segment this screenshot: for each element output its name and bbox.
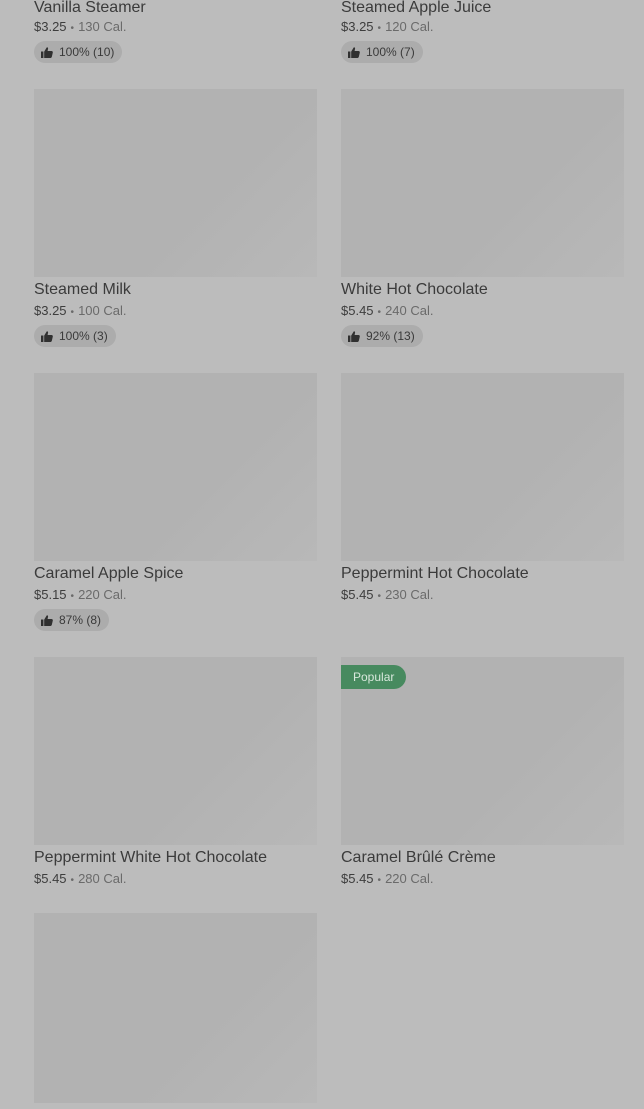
menu-card-peppermint-white-hot-chocolate[interactable]: Peppermint White Hot Chocolate $5.45 • 280…	[34, 657, 317, 913]
rating-badge: 100% (10)	[34, 41, 123, 63]
item-meta: $3.25 • 120 Cal.	[341, 18, 624, 36]
item-name: White Hot Chocolate	[341, 281, 488, 298]
separator: •	[70, 875, 75, 886]
item-image[interactable]: Popular	[341, 657, 624, 845]
item-name: Caramel Apple Spice	[34, 565, 184, 582]
item-price: $3.25	[34, 19, 67, 34]
separator: •	[377, 307, 382, 318]
menu-card-steamed-apple-juice[interactable]: Steamed Apple Juice $3.25 • 120 Cal. 100% …	[341, 0, 624, 89]
rating-text: 100% (10)	[59, 45, 115, 59]
item-name: Caramel Brûlé Crème	[341, 849, 496, 866]
item-name: Vanilla Steamer	[34, 0, 146, 16]
item-image[interactable]	[341, 373, 624, 561]
item-image[interactable]	[34, 373, 317, 561]
rating-badge: 100% (7)	[341, 41, 423, 63]
rating-badge: 87% (8)	[34, 609, 110, 631]
menu-card-white-hot-chocolate[interactable]: White Hot Chocolate $5.45 • 240 Cal. 92% (…	[341, 89, 624, 373]
item-price: $3.25	[341, 19, 374, 34]
item-name: Peppermint White Hot Chocolate	[34, 849, 267, 866]
item-meta: $3.25 • 100 Cal.	[34, 302, 317, 320]
rating-text: 100% (7)	[366, 45, 415, 59]
item-price: $5.45	[341, 871, 374, 886]
item-calories: 220 Cal.	[78, 587, 127, 602]
item-meta: $5.45 • 280 Cal.	[34, 870, 317, 888]
separator: •	[70, 23, 75, 34]
menu-card-partial[interactable]	[34, 913, 317, 1103]
item-calories: 130 Cal.	[78, 19, 127, 34]
item-meta: $5.45 • 240 Cal.	[341, 302, 624, 320]
item-price: $5.45	[34, 871, 67, 886]
item-calories: 120 Cal.	[385, 19, 434, 34]
item-price: $5.15	[34, 587, 67, 602]
menu-card-peppermint-hot-chocolate[interactable]: Peppermint Hot Chocolate $5.45 • 230 Cal.	[341, 373, 624, 657]
item-image[interactable]	[34, 89, 317, 277]
item-price: $5.45	[341, 303, 374, 318]
item-calories: 230 Cal.	[385, 587, 434, 602]
item-meta: $5.45 • 220 Cal.	[341, 870, 624, 888]
item-meta: $3.25 • 130 Cal.	[34, 18, 317, 36]
item-calories: 220 Cal.	[385, 871, 434, 886]
item-price: $5.45	[341, 587, 374, 602]
item-name: Peppermint Hot Chocolate	[341, 565, 529, 582]
item-calories: 100 Cal.	[78, 303, 127, 318]
rating-badge: 92% (13)	[341, 325, 423, 347]
item-image[interactable]	[341, 89, 624, 277]
item-image[interactable]	[34, 913, 317, 1103]
separator: •	[70, 591, 75, 602]
separator: •	[377, 875, 382, 886]
menu-grid: Vanilla Steamer $3.25 • 130 Cal. 100% (10)…	[34, 0, 624, 1103]
separator: •	[377, 591, 382, 602]
rating-badge: 100% (3)	[34, 325, 116, 347]
rating-text: 92% (13)	[366, 329, 415, 343]
item-price: $3.25	[34, 303, 67, 318]
separator: •	[70, 307, 75, 318]
item-image[interactable]	[34, 657, 317, 845]
item-calories: 240 Cal.	[385, 303, 434, 318]
menu-card-caramel-apple-spice[interactable]: Caramel Apple Spice $5.15 • 220 Cal. 87% (…	[34, 373, 317, 657]
separator: •	[377, 23, 382, 34]
item-meta: $5.45 • 230 Cal.	[341, 586, 624, 604]
item-name: Steamed Apple Juice	[341, 0, 492, 16]
item-calories: 280 Cal.	[78, 871, 127, 886]
rating-text: 87% (8)	[59, 613, 102, 627]
item-name: Steamed Milk	[34, 281, 131, 298]
menu-card-vanilla-steamer[interactable]: Vanilla Steamer $3.25 • 130 Cal. 100% (10)	[34, 0, 317, 89]
thumbs-up-icon	[41, 46, 53, 58]
menu-card-steamed-milk[interactable]: Steamed Milk $3.25 • 100 Cal. 100% (3)	[34, 89, 317, 373]
menu-card-caramel-brule-creme[interactable]: Popular Caramel Brûlé Crème $5.45 • 220 Ca…	[341, 657, 624, 913]
rating-text: 100% (3)	[59, 329, 108, 343]
thumbs-up-icon	[41, 330, 53, 342]
thumbs-up-icon	[348, 46, 360, 58]
thumbs-up-icon	[41, 614, 53, 626]
popular-badge: Popular	[341, 665, 407, 689]
item-meta: $5.15 • 220 Cal.	[34, 586, 317, 604]
thumbs-up-icon	[348, 330, 360, 342]
